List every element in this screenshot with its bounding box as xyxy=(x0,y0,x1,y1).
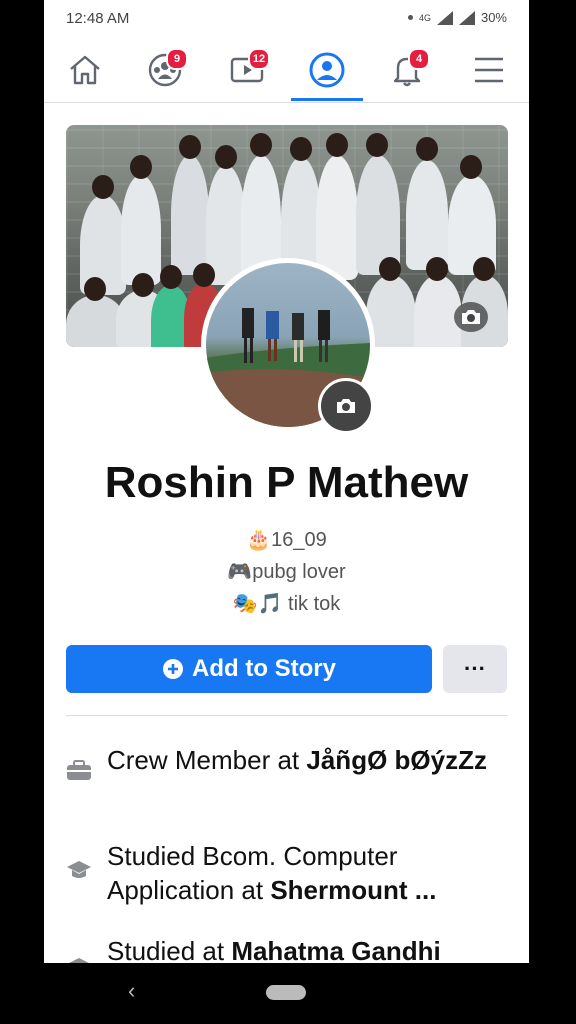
tab-notifications[interactable]: 4 xyxy=(382,48,432,92)
home-pill-button[interactable] xyxy=(266,985,306,1000)
tab-groups[interactable]: 9 xyxy=(140,48,190,92)
intro-education-text: Studied Bcom. Computer Application at Sh… xyxy=(107,841,437,905)
more-dots-icon: ··· xyxy=(464,656,486,681)
camera-icon xyxy=(462,310,480,324)
more-options-button[interactable]: ··· xyxy=(443,645,507,693)
intro-item-work: Crew Member at JåñgØ bØýzZz xyxy=(66,743,508,823)
game-controller-icon: 🎮 xyxy=(227,561,253,583)
theater-music-icon: 🎭🎵 xyxy=(232,593,283,615)
signal-icon xyxy=(436,10,453,25)
tab-profile[interactable] xyxy=(302,48,352,92)
network-label: 4G xyxy=(418,12,431,23)
bio-line-tiktok: 🎭🎵 tik tok xyxy=(44,591,529,616)
tab-menu[interactable] xyxy=(464,48,514,92)
bio-text: tik tok xyxy=(282,593,341,615)
edit-cover-camera-button[interactable] xyxy=(454,302,488,332)
bio-line-birthday: 🎂16_09 xyxy=(44,527,529,552)
briefcase-icon xyxy=(66,757,92,783)
back-chevron-icon[interactable]: ‹ xyxy=(128,978,135,1004)
home-icon xyxy=(70,55,100,85)
active-tab-indicator xyxy=(291,98,363,101)
intro-item-education: Studied Bcom. Computer Application at Sh… xyxy=(66,839,508,919)
tab-watch[interactable]: 12 xyxy=(222,48,272,92)
intro-education-2-text: Studied at Mahatma Gandhi xyxy=(107,936,441,963)
groups-badge: 9 xyxy=(166,48,188,70)
notifications-badge: 4 xyxy=(408,48,430,70)
notification-dot-icon xyxy=(407,15,413,20)
status-time: 12:48 AM xyxy=(66,10,130,27)
edit-profile-picture-camera-button[interactable] xyxy=(318,378,374,434)
bio-line-gaming: 🎮pubg lover xyxy=(44,559,529,584)
signal-icon-2 xyxy=(458,10,475,25)
add-to-story-label: Add to Story xyxy=(192,655,336,682)
watch-badge: 12 xyxy=(248,48,270,70)
battery-label: 30% xyxy=(480,10,507,25)
section-divider xyxy=(66,715,508,716)
cake-icon: 🎂 xyxy=(246,529,272,551)
app-screen: 12:48 AM 4G 30% 9 12 4 Roshin P Mathew 🎂… xyxy=(44,0,529,963)
graduation-cap-icon xyxy=(66,857,92,883)
graduation-cap-icon xyxy=(66,954,92,963)
status-right: 4G 30% xyxy=(407,10,507,25)
tab-home[interactable] xyxy=(60,48,110,92)
status-bar: 12:48 AM 4G 30% xyxy=(44,0,529,36)
hamburger-menu-icon xyxy=(475,57,503,83)
top-navigation: 9 12 4 xyxy=(44,40,529,103)
profile-icon xyxy=(309,52,345,88)
intro-item-education-2: Studied at Mahatma Gandhi xyxy=(66,934,508,963)
bio-text: 16_09 xyxy=(271,529,327,551)
profile-name: Roshin P Mathew xyxy=(104,458,469,507)
add-to-story-button[interactable]: Add to Story xyxy=(66,645,432,693)
camera-icon xyxy=(337,399,355,413)
plus-circle-icon xyxy=(163,659,183,679)
intro-work-text: Crew Member at JåñgØ bØýzZz xyxy=(107,745,487,775)
bio-text: pubg lover xyxy=(252,561,346,583)
